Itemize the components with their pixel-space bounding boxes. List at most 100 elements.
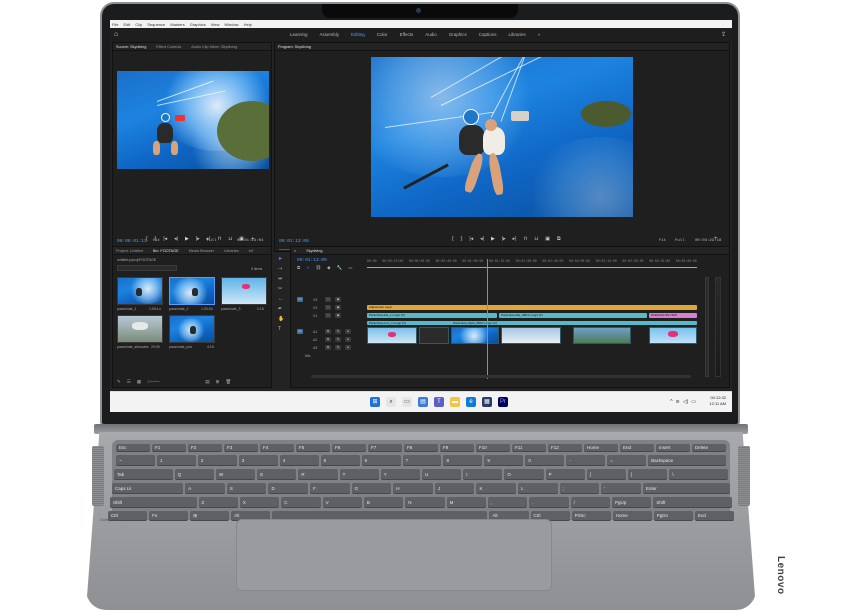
key[interactable]: ' [601,483,641,494]
menu-clip[interactable]: Clip [135,22,142,27]
lift-icon[interactable]: ⊓ [523,236,527,242]
tab-effect-controls[interactable]: Effect Controls [156,45,181,49]
volume-icon[interactable]: ◁) [683,399,689,405]
tab-libraries-panel[interactable]: Libraries [224,249,239,253]
compare-icon[interactable]: ⧉ [557,236,561,242]
program-timecode-in[interactable]: 00:01:13:00 [279,239,309,244]
lock-icon[interactable]: ▢ [325,305,331,310]
key[interactable]: 0 [525,455,565,466]
key[interactable]: 5 [320,455,360,466]
title-clip[interactable]: Parachute-title_2BC1.mogrt [V] [499,313,647,318]
widgets-icon[interactable]: ▤ [418,397,428,407]
key[interactable]: T [339,469,379,480]
nest-icon[interactable]: ⧉ [297,265,300,271]
key[interactable]: F2 [188,444,222,452]
export-frame-icon[interactable]: ▣ [239,236,244,242]
timeline-playhead[interactable] [487,259,488,379]
mic-icon[interactable]: ● [345,329,351,334]
key[interactable]: Y [380,469,420,480]
sequence-tab[interactable]: Skydiving [306,249,322,253]
key[interactable]: Enter [642,483,730,494]
go-to-in-icon[interactable]: |◂ [163,236,167,242]
key[interactable]: PgUp [611,497,652,508]
close-icon[interactable]: × [294,249,296,253]
menu-window[interactable]: Window [224,22,238,27]
snap-icon[interactable]: ∩ [306,265,309,271]
key[interactable]: H [393,483,433,494]
tab-libraries[interactable]: Libraries [509,32,526,37]
teams-icon[interactable]: T [434,397,444,407]
key[interactable]: . [529,497,569,508]
more-workspaces-icon[interactable]: » [538,32,541,37]
key[interactable]: F12 [548,444,582,452]
key[interactable]: F10 [476,444,510,452]
key[interactable]: S [226,483,267,494]
key[interactable]: P [545,469,585,480]
slip-tool-icon[interactable]: ↔ [278,296,284,302]
key[interactable]: Fn [149,511,189,521]
key[interactable]: ~ [116,455,155,466]
key[interactable]: Shift [110,497,197,508]
key[interactable]: Esc [116,444,150,452]
tab-effects[interactable]: Effects [400,32,414,37]
tab-audio[interactable]: Audio [425,32,437,37]
program-mark-in-icon[interactable]: { [452,236,454,242]
key[interactable]: Home [612,511,652,521]
menu-edit[interactable]: Edit [123,22,130,27]
menu-markers[interactable]: Markers [170,22,184,27]
key[interactable]: Insert [656,444,690,452]
key[interactable]: 2 [197,455,237,466]
video-clip[interactable] [573,327,631,344]
list-view-icon[interactable]: ☰ [127,379,131,385]
video-clip[interactable] [649,327,697,344]
zoom-slider[interactable]: ○─── [147,379,159,385]
key[interactable]: 9 [484,455,524,466]
program-go-to-in-icon[interactable]: |◂ [469,236,473,242]
key[interactable]: - [566,455,606,466]
solo-button[interactable]: S [335,337,341,342]
linked-selection-icon[interactable]: ⛓ [315,265,321,271]
key[interactable]: G [351,483,392,494]
program-play-icon[interactable]: ▶ [491,236,495,242]
program-fit-dropdown[interactable]: Fit [659,239,666,243]
windows-start-icon[interactable]: ⊞ [370,397,380,407]
work-area-bar[interactable] [367,267,697,268]
tab-media-browser[interactable]: Media Browser [189,249,214,253]
key[interactable]: E [257,469,297,480]
key[interactable]: U [422,469,462,480]
program-step-back-icon[interactable]: ◂| [480,236,484,242]
key[interactable]: [ [586,469,626,480]
key[interactable]: , [487,497,528,508]
tab-captions[interactable]: Captions [479,32,497,37]
clip-thumbnail[interactable] [169,315,215,343]
tab-bin-footage[interactable]: Bin: FOOTAGE [153,249,179,253]
insert-icon[interactable]: ⊓ [217,236,221,242]
project-search-input[interactable]: ⌕ [117,265,177,280]
source-timecode-in[interactable]: 00:00:01:11 [117,239,147,244]
step-forward-icon[interactable]: |▸ [196,236,200,242]
key[interactable]: Shift [653,497,732,508]
menu-view[interactable]: View [211,22,220,27]
key[interactable]: Q [174,469,214,480]
new-item-icon[interactable]: ⊞ [216,379,220,385]
key[interactable]: F4 [260,444,294,452]
wrench-icon[interactable]: 🔧 [337,265,343,271]
task-view-icon[interactable]: ▭ [402,397,412,407]
key[interactable]: L [518,483,558,494]
chevron-up-icon[interactable]: ^ [670,399,672,405]
source-patch-v1[interactable]: V1 [297,297,303,302]
share-icon[interactable]: ⇪ [721,31,726,38]
intro-clip[interactable]: Parachute-cliptit_2BC1.mogrt [V] [451,321,601,325]
key[interactable]: B [363,497,404,508]
key[interactable]: ; [559,483,600,494]
key[interactable]: Z [198,497,238,508]
key[interactable]: 8 [443,455,483,466]
source-video-frame[interactable] [117,71,269,169]
clip-thumbnail[interactable] [169,277,215,305]
ripple-edit-icon[interactable]: ⇹ [278,276,284,282]
key[interactable]: F11 [512,444,546,452]
add-button-icon[interactable]: + [251,236,254,242]
file-explorer-icon[interactable]: ▬ [450,397,460,407]
search-icon[interactable]: ⌕ [386,397,396,407]
key[interactable]: ] [628,469,668,480]
